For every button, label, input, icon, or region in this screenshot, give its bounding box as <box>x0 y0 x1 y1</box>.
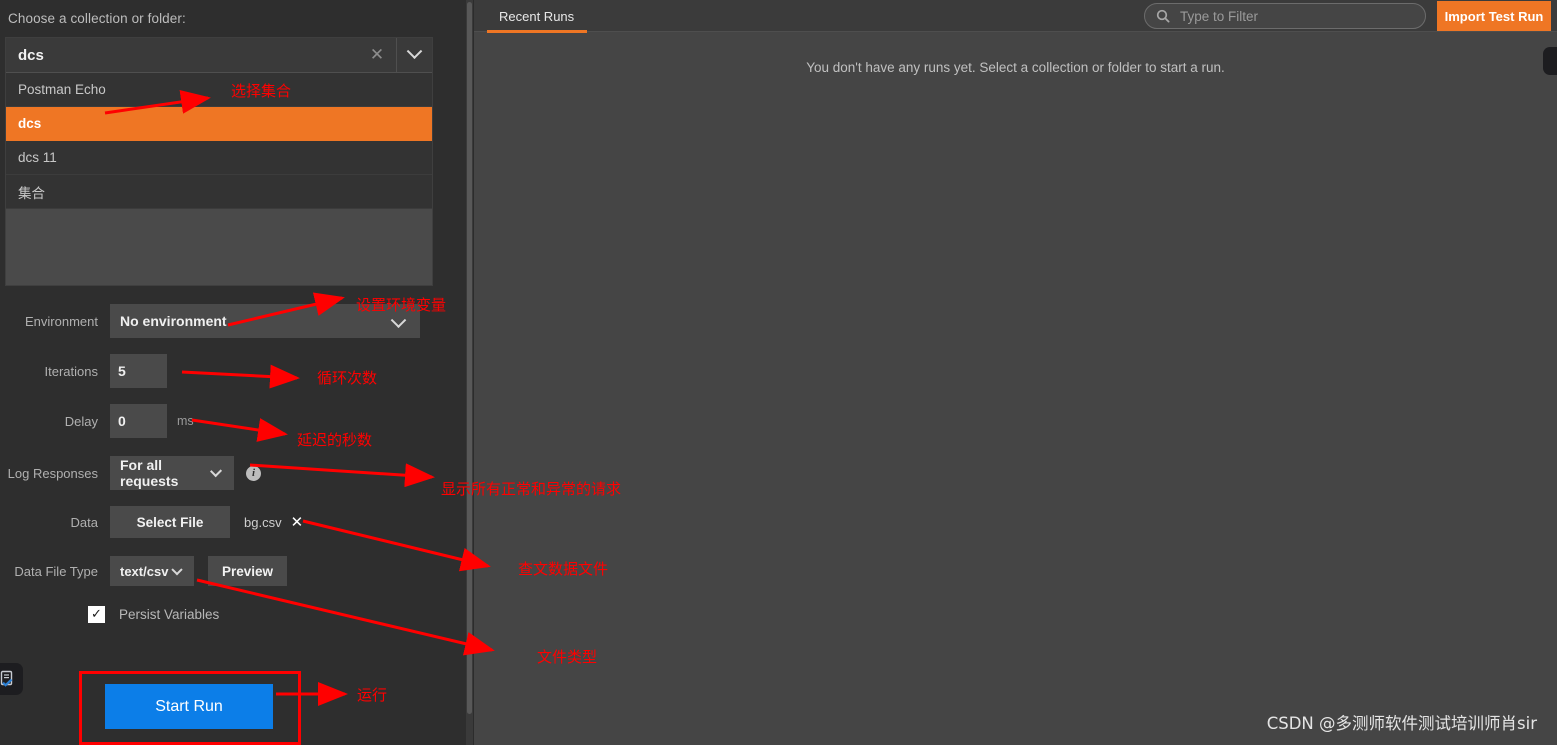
page-title: Choose a collection or folder: <box>8 11 186 26</box>
chevron-down-icon <box>171 563 183 575</box>
tab-active-indicator <box>487 30 587 33</box>
data-file-type-row: Data File Type text/csv Preview <box>0 556 288 586</box>
collection-list-empty-area <box>6 209 432 274</box>
environment-select[interactable]: No environment <box>110 304 420 338</box>
tab-recent-runs[interactable]: Recent Runs <box>487 0 586 32</box>
info-icon[interactable]: i <box>246 465 261 481</box>
log-responses-label: Log Responses <box>7 465 98 481</box>
search-icon <box>1156 9 1170 23</box>
preview-button[interactable]: Preview <box>208 556 288 586</box>
collection-option-postman-echo[interactable]: Postman Echo <box>6 73 432 107</box>
collection-selector-field[interactable]: dcs ✕ <box>6 38 432 73</box>
persist-variables-label: Persist Variables <box>119 607 220 622</box>
filter-search-box[interactable] <box>1144 3 1426 29</box>
chevron-down-icon[interactable] <box>396 38 432 72</box>
close-icon[interactable]: ✕ <box>366 38 388 72</box>
chevron-down-icon <box>390 311 407 328</box>
persist-variables-checkbox[interactable]: ✓ <box>88 606 105 623</box>
scrollbar-thumb[interactable] <box>467 2 472 714</box>
watermark-text: CSDN @多测师软件测试培训师肖sir <box>1266 714 1537 733</box>
data-file-type-value: text/csv <box>120 563 169 579</box>
config-panel-scrollbar[interactable] <box>466 0 473 745</box>
iterations-input[interactable] <box>110 354 167 388</box>
environment-value: No environment <box>120 313 227 329</box>
collection-option-dcs-11[interactable]: dcs 11 <box>6 141 432 175</box>
start-run-button[interactable]: Start Run <box>105 684 273 729</box>
log-responses-value: For all requests <box>120 457 179 489</box>
document-check-icon <box>0 663 23 695</box>
log-responses-select[interactable]: For all requests <box>110 456 234 490</box>
empty-state-message: You don't have any runs yet. Select a co… <box>806 60 1225 75</box>
selected-file-name: bg.csv <box>244 514 282 530</box>
edge-tab-handle[interactable] <box>1543 47 1557 75</box>
environment-row: Environment No environment <box>0 304 420 338</box>
delay-label: Delay <box>64 413 98 429</box>
data-file-type-label: Data File Type <box>14 563 98 579</box>
delay-row: Delay ms <box>0 404 194 438</box>
close-icon[interactable]: ✕ <box>291 513 304 531</box>
data-label: Data <box>70 514 98 530</box>
collection-option-list: Postman Echo dcs dcs 11 集合 <box>6 73 432 209</box>
data-file-type-select[interactable]: text/csv <box>110 556 194 586</box>
data-row: Data Select File bg.csv ✕ <box>0 506 303 538</box>
log-responses-row: Log Responses For all requests i <box>0 456 261 490</box>
select-file-button[interactable]: Select File <box>110 506 230 538</box>
persist-variables-row: ✓ Persist Variables <box>88 606 219 623</box>
runs-tabbar: Recent Runs Import Test Run <box>474 0 1557 33</box>
delay-input[interactable] <box>110 404 167 438</box>
iterations-label: Iterations <box>44 363 98 379</box>
collection-selected-value: dcs <box>18 46 44 64</box>
import-test-run-button[interactable]: Import Test Run <box>1437 1 1551 31</box>
collection-option-jihe[interactable]: 集合 <box>6 175 432 209</box>
runner-config-panel: Choose a collection or folder: dcs ✕ Pos… <box>0 0 466 745</box>
environment-label: Environment <box>25 313 98 329</box>
search-input[interactable] <box>1180 8 1400 24</box>
collection-selector: dcs ✕ Postman Echo dcs dcs 11 集合 <box>5 37 433 286</box>
check-icon: ✓ <box>91 607 102 622</box>
postman-collection-runner-window: Choose a collection or folder: dcs ✕ Pos… <box>0 0 1557 745</box>
runs-panel: Recent Runs Import Test Run You don't ha… <box>474 0 1557 745</box>
delay-unit-label: ms <box>177 414 194 428</box>
iterations-row: Iterations <box>0 354 167 388</box>
collection-option-dcs[interactable]: dcs <box>6 107 432 141</box>
